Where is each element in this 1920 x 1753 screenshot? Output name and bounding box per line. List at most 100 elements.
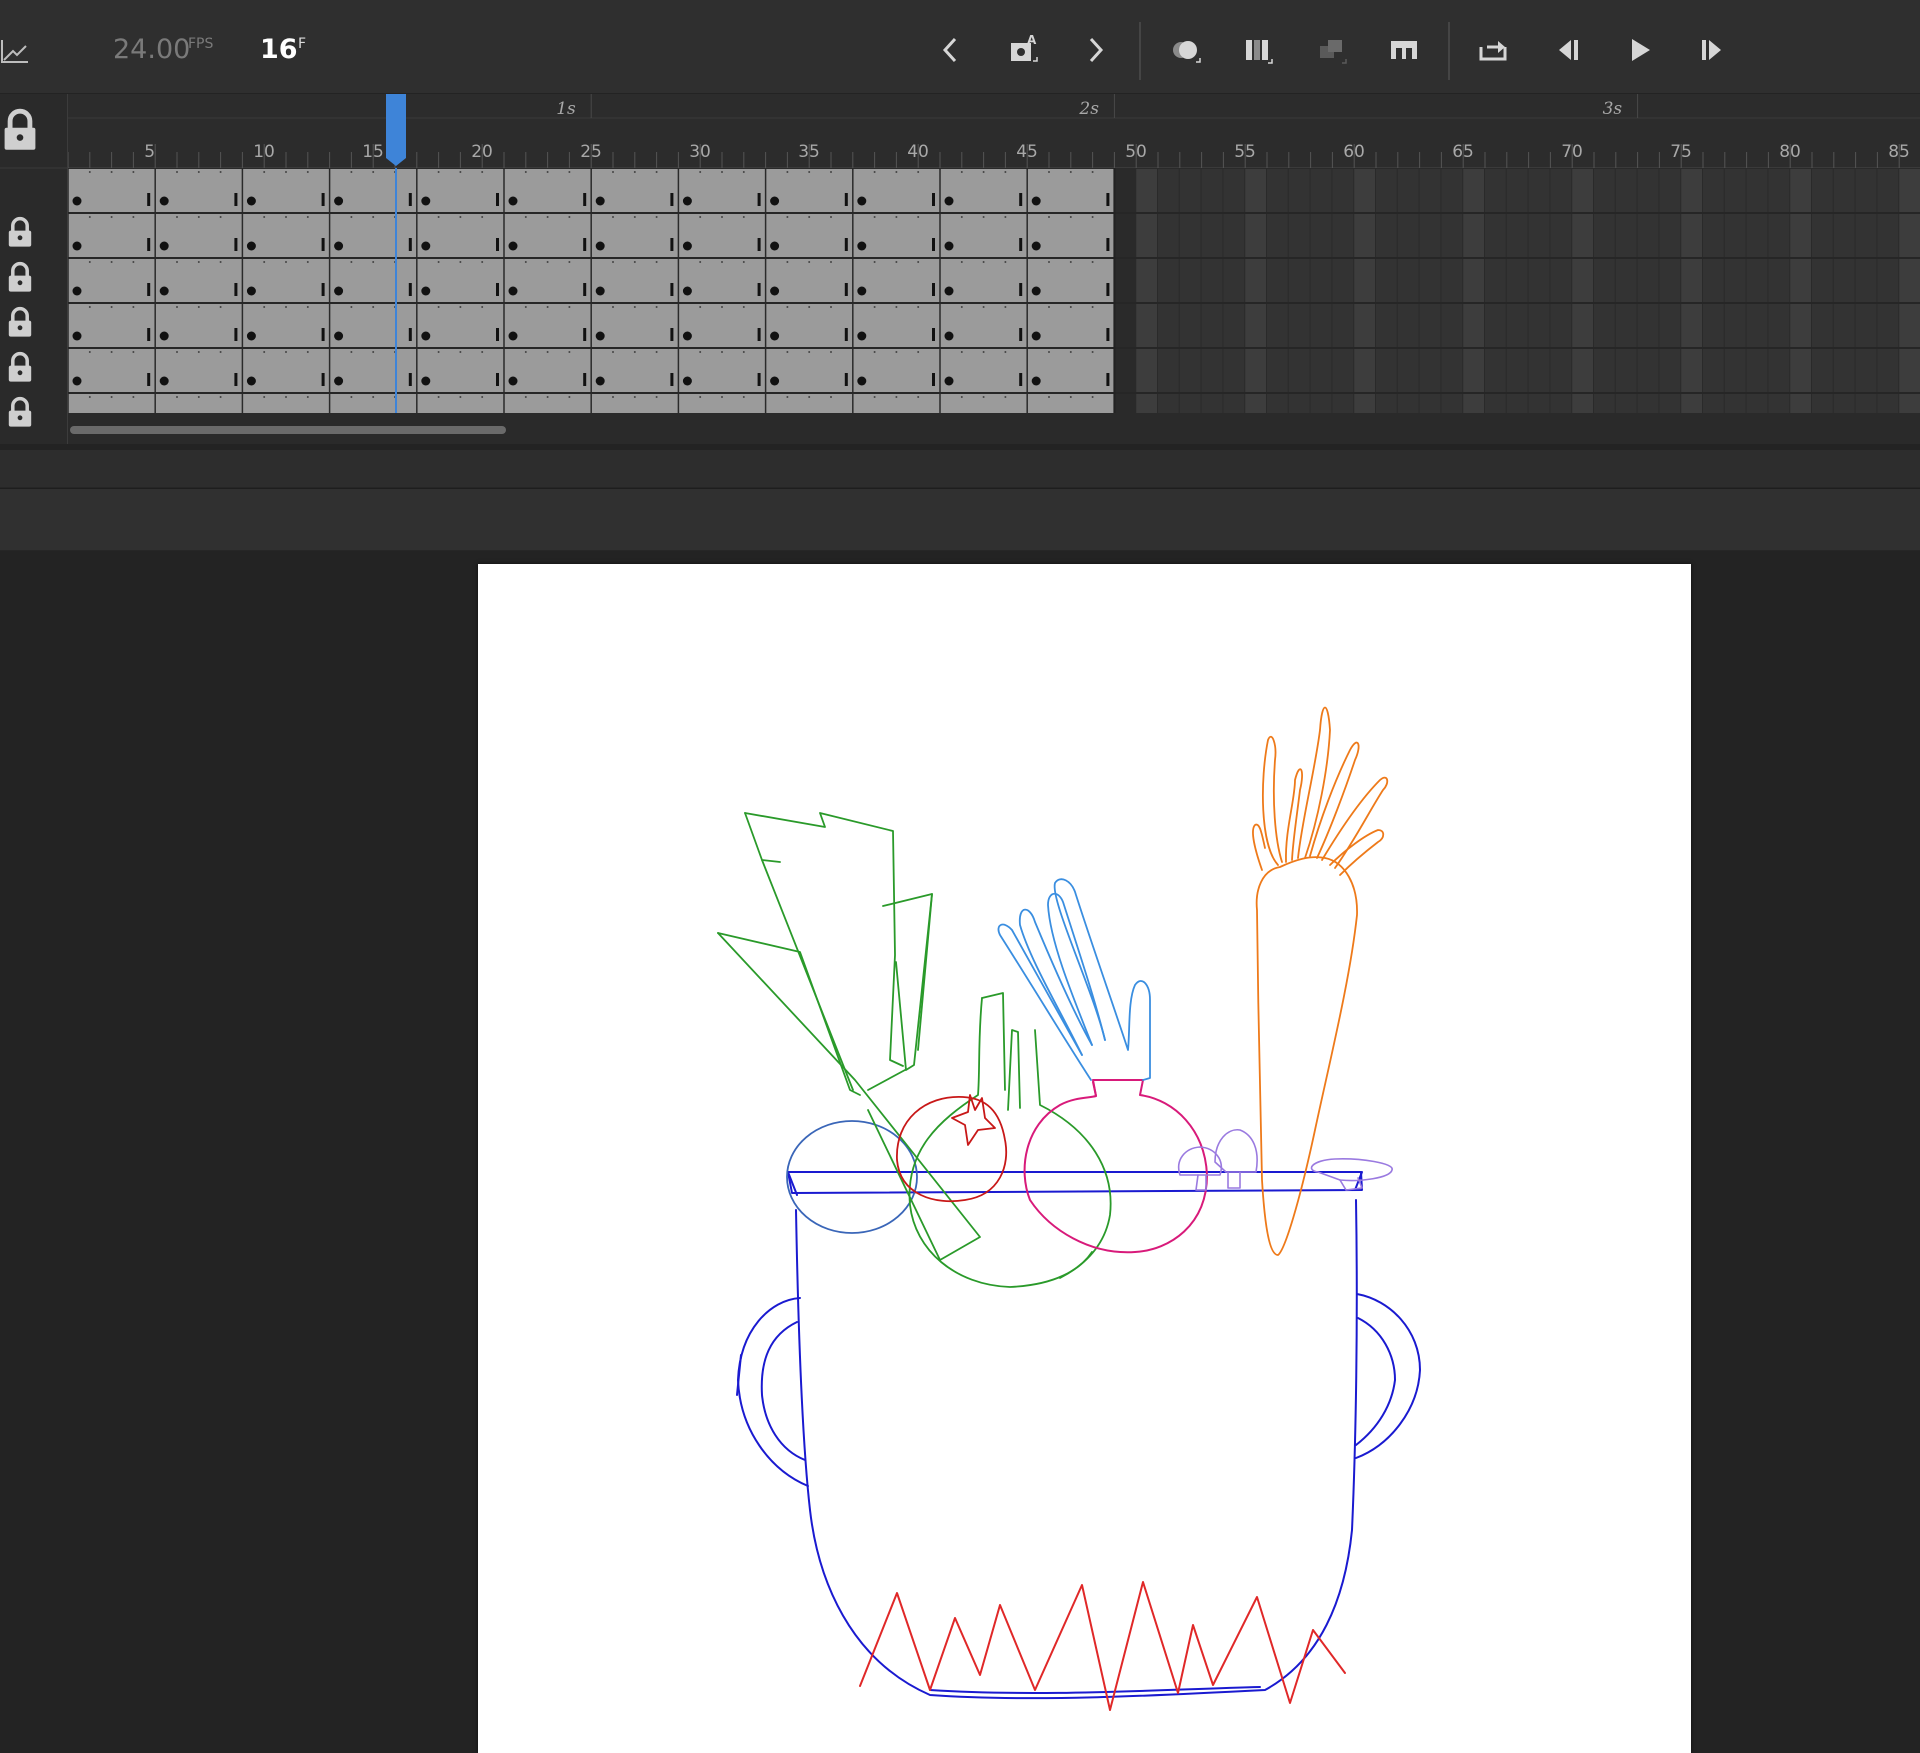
empty-frame[interactable] (1615, 349, 1637, 392)
cabbage-sketch[interactable] (786, 1120, 918, 1234)
empty-frame[interactable] (1201, 214, 1223, 257)
empty-frame[interactable] (1158, 259, 1179, 302)
empty-frame[interactable] (1179, 304, 1201, 347)
empty-frame[interactable] (1376, 394, 1397, 413)
empty-frame[interactable] (1855, 259, 1877, 302)
keyframe-dot[interactable] (159, 241, 169, 251)
empty-frame[interactable] (1179, 169, 1201, 212)
empty-frame[interactable] (1158, 394, 1179, 413)
keyframe-dot[interactable] (72, 286, 82, 296)
empty-frame[interactable] (1703, 349, 1724, 392)
empty-frame[interactable] (1899, 304, 1920, 347)
empty-frame[interactable] (1812, 169, 1833, 212)
empty-frame[interactable] (1637, 214, 1659, 257)
keyframe-dot[interactable] (246, 196, 256, 206)
empty-frame[interactable] (1506, 259, 1528, 302)
keyframe-dot[interactable] (944, 241, 954, 251)
pot-sketch[interactable] (736, 1171, 1421, 1700)
empty-frame[interactable] (1681, 259, 1702, 302)
keyframe-dot[interactable] (421, 241, 431, 251)
empty-frame[interactable] (1572, 259, 1593, 302)
lock-icon[interactable] (4, 108, 36, 150)
stage-canvas[interactable] (478, 564, 1691, 1753)
center-frame-button[interactable] (1384, 28, 1424, 72)
keyframe-dot[interactable] (857, 286, 867, 296)
keyframe-dot[interactable] (944, 196, 954, 206)
mushrooms-sketch[interactable] (1178, 1129, 1393, 1191)
previous-keyframe-button[interactable] (930, 28, 970, 72)
empty-frame[interactable] (1310, 169, 1332, 212)
empty-frame[interactable] (1441, 304, 1463, 347)
loop-region-button[interactable] (1312, 28, 1352, 72)
next-keyframe-button[interactable] (1076, 28, 1116, 72)
empty-frame[interactable] (1528, 394, 1550, 413)
keyframe-dot[interactable] (159, 196, 169, 206)
loop-button[interactable] (1474, 28, 1514, 72)
lock-icon[interactable] (8, 351, 32, 382)
empty-frame[interactable] (1354, 214, 1375, 257)
empty-frame[interactable] (1877, 259, 1899, 302)
empty-frame[interactable] (1354, 304, 1375, 347)
empty-frame[interactable] (1245, 394, 1266, 413)
empty-frame[interactable] (1485, 259, 1506, 302)
empty-frame[interactable] (1637, 259, 1659, 302)
empty-frame[interactable] (1463, 169, 1484, 212)
frames-grid[interactable] (68, 168, 1920, 413)
keyframe-dot[interactable] (421, 196, 431, 206)
empty-frame[interactable] (1812, 349, 1833, 392)
empty-frame[interactable] (1419, 304, 1441, 347)
onion-skin-button[interactable] (1166, 28, 1206, 72)
empty-frame[interactable] (1397, 259, 1419, 302)
empty-frame[interactable] (1397, 349, 1419, 392)
keyframe-dot[interactable] (508, 286, 518, 296)
empty-frame[interactable] (1506, 169, 1528, 212)
empty-frame[interactable] (1158, 349, 1179, 392)
empty-frame[interactable] (1855, 214, 1877, 257)
empty-frame[interactable] (1528, 169, 1550, 212)
empty-frame[interactable] (1463, 349, 1484, 392)
empty-frame[interactable] (1485, 214, 1506, 257)
keyframe-dot[interactable] (682, 331, 692, 341)
empty-frame[interactable] (1572, 349, 1593, 392)
empty-frame[interactable] (1310, 259, 1332, 302)
empty-frame[interactable] (1790, 259, 1811, 302)
empty-frame[interactable] (1550, 214, 1572, 257)
empty-frame[interactable] (1550, 394, 1572, 413)
empty-frame[interactable] (1550, 169, 1572, 212)
frame-ruler[interactable]: 1s 2s 3s 5 10 15 20 25 30 35 40 45 50 55 60 65 70 75 80 85 (67, 94, 1920, 168)
empty-frame[interactable] (1419, 349, 1441, 392)
empty-frame[interactable] (1223, 304, 1245, 347)
empty-frame[interactable] (1833, 349, 1855, 392)
empty-frame[interactable] (1681, 349, 1702, 392)
keyframe-dot[interactable] (770, 241, 780, 251)
keyframe-dot[interactable] (334, 331, 344, 341)
empty-frame[interactable] (1594, 349, 1615, 392)
empty-frame[interactable] (1703, 169, 1724, 212)
empty-frame[interactable] (1310, 349, 1332, 392)
empty-frame[interactable] (1615, 169, 1637, 212)
empty-frame[interactable] (1572, 214, 1593, 257)
lock-icon[interactable] (8, 306, 32, 337)
empty-frame[interactable] (1332, 214, 1354, 257)
empty-frame[interactable] (1572, 169, 1593, 212)
empty-frame[interactable] (1637, 304, 1659, 347)
empty-frame[interactable] (1158, 169, 1179, 212)
empty-frame[interactable] (1419, 394, 1441, 413)
keyframe-dot[interactable] (682, 376, 692, 386)
empty-frame[interactable] (1877, 304, 1899, 347)
empty-frame[interactable] (1659, 214, 1681, 257)
graph-icon[interactable] (0, 36, 30, 66)
empty-frame[interactable] (1572, 304, 1593, 347)
empty-frame[interactable] (1790, 214, 1811, 257)
empty-frame[interactable] (1790, 394, 1811, 413)
empty-frame[interactable] (1397, 169, 1419, 212)
empty-frame[interactable] (1332, 259, 1354, 302)
empty-frame[interactable] (1463, 259, 1484, 302)
empty-frame[interactable] (1812, 259, 1833, 302)
empty-frame[interactable] (1724, 349, 1746, 392)
empty-frame[interactable] (1703, 394, 1724, 413)
empty-frame[interactable] (1746, 214, 1768, 257)
empty-frame[interactable] (1441, 169, 1463, 212)
empty-frame[interactable] (1158, 214, 1179, 257)
keyframe-dot[interactable] (857, 376, 867, 386)
